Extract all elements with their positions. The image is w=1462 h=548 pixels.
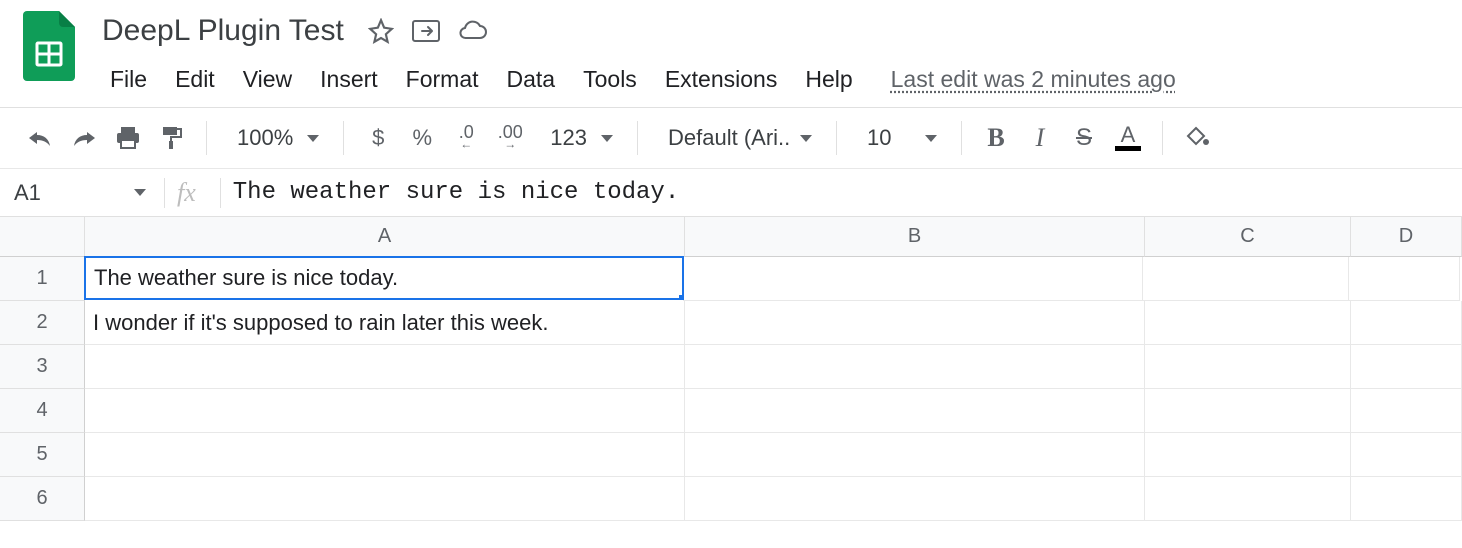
row-header-3[interactable]: 3 xyxy=(0,345,85,389)
menu-extensions[interactable]: Extensions xyxy=(651,60,792,99)
menu-insert[interactable]: Insert xyxy=(306,60,392,99)
cell-a4[interactable] xyxy=(85,389,685,433)
currency-button[interactable]: $ xyxy=(358,118,398,158)
name-box[interactable]: A1 xyxy=(0,169,160,216)
row-4: 4 xyxy=(0,389,1462,433)
paint-format-button[interactable] xyxy=(152,118,192,158)
decrease-decimal-button[interactable]: .0← xyxy=(446,118,486,158)
formula-input[interactable] xyxy=(233,169,1462,216)
font-dropdown[interactable]: Default (Ari... xyxy=(652,118,822,158)
row-header-4[interactable]: 4 xyxy=(0,389,85,433)
sheets-logo[interactable] xyxy=(20,8,78,84)
undo-button[interactable] xyxy=(20,118,60,158)
toolbar: 100% $ % .0← .00→ 123 Default (Ari... 10… xyxy=(0,107,1462,169)
col-header-a[interactable]: A xyxy=(85,217,685,257)
cell-b4[interactable] xyxy=(685,389,1145,433)
col-header-c[interactable]: C xyxy=(1145,217,1351,257)
row-6: 6 xyxy=(0,477,1462,521)
bold-button[interactable]: B xyxy=(976,118,1016,158)
row-2: 2 I wonder if it's supposed to rain late… xyxy=(0,301,1462,345)
cell-d2[interactable] xyxy=(1351,301,1462,345)
text-color-button[interactable]: A xyxy=(1108,118,1148,158)
cell-a1[interactable]: The weather sure is nice today. xyxy=(84,256,684,300)
print-button[interactable] xyxy=(108,118,148,158)
font-name: Default (Ari... xyxy=(662,125,792,151)
row-header-1[interactable]: 1 xyxy=(0,257,85,301)
cell-b1[interactable] xyxy=(683,257,1143,301)
row-header-2[interactable]: 2 xyxy=(0,301,85,345)
menu-data[interactable]: Data xyxy=(493,60,570,99)
row-1: 1 The weather sure is nice today. xyxy=(0,257,1462,301)
font-size-dropdown[interactable]: 10 xyxy=(851,118,947,158)
fx-icon: fx xyxy=(177,178,196,208)
menu-tools[interactable]: Tools xyxy=(569,60,651,99)
cell-c5[interactable] xyxy=(1145,433,1351,477)
cell-d6[interactable] xyxy=(1351,477,1462,521)
menu-help[interactable]: Help xyxy=(791,60,866,99)
percent-button[interactable]: % xyxy=(402,118,442,158)
menu-bar: File Edit View Insert Format Data Tools … xyxy=(96,50,1176,99)
select-all-corner[interactable] xyxy=(0,217,85,257)
cell-c1[interactable] xyxy=(1143,257,1349,301)
chevron-down-icon xyxy=(800,135,812,142)
row-header-6[interactable]: 6 xyxy=(0,477,85,521)
cell-b6[interactable] xyxy=(685,477,1145,521)
cell-c6[interactable] xyxy=(1145,477,1351,521)
star-icon[interactable] xyxy=(368,18,394,44)
last-edit-link[interactable]: Last edit was 2 minutes ago xyxy=(891,66,1176,93)
cell-a3[interactable] xyxy=(85,345,685,389)
document-header: DeepL Plugin Test File Edit View Insert … xyxy=(0,0,1462,99)
chevron-down-icon xyxy=(601,135,613,142)
font-size: 10 xyxy=(861,125,897,151)
menu-view[interactable]: View xyxy=(229,60,306,99)
menu-file[interactable]: File xyxy=(96,60,161,99)
column-header-row: A B C D xyxy=(0,217,1462,257)
cell-d1[interactable] xyxy=(1349,257,1460,301)
increase-decimal-button[interactable]: .00→ xyxy=(490,118,530,158)
cell-d3[interactable] xyxy=(1351,345,1462,389)
zoom-value: 100% xyxy=(231,125,299,151)
col-header-d[interactable]: D xyxy=(1351,217,1462,257)
row-5: 5 xyxy=(0,433,1462,477)
more-formats-dropdown[interactable]: 123 xyxy=(534,118,623,158)
cell-b3[interactable] xyxy=(685,345,1145,389)
cell-a2[interactable]: I wonder if it's supposed to rain later … xyxy=(85,301,685,345)
zoom-dropdown[interactable]: 100% xyxy=(221,118,329,158)
row-header-5[interactable]: 5 xyxy=(0,433,85,477)
cell-a5[interactable] xyxy=(85,433,685,477)
col-header-b[interactable]: B xyxy=(685,217,1145,257)
cell-c2[interactable] xyxy=(1145,301,1351,345)
selection-handle[interactable] xyxy=(678,294,684,300)
strikethrough-button[interactable]: S xyxy=(1064,118,1104,158)
italic-button[interactable]: I xyxy=(1020,118,1060,158)
active-cell-ref: A1 xyxy=(14,180,41,206)
cloud-status-icon[interactable] xyxy=(458,20,488,42)
menu-format[interactable]: Format xyxy=(392,60,493,99)
chevron-down-icon xyxy=(307,135,319,142)
fill-color-button[interactable] xyxy=(1177,118,1217,158)
cell-d4[interactable] xyxy=(1351,389,1462,433)
cell-b2[interactable] xyxy=(685,301,1145,345)
cell-d5[interactable] xyxy=(1351,433,1462,477)
cell-a6[interactable] xyxy=(85,477,685,521)
cell-b5[interactable] xyxy=(685,433,1145,477)
menu-edit[interactable]: Edit xyxy=(161,60,229,99)
document-title[interactable]: DeepL Plugin Test xyxy=(96,12,350,50)
chevron-down-icon xyxy=(134,189,146,196)
move-icon[interactable] xyxy=(412,20,440,42)
redo-button[interactable] xyxy=(64,118,104,158)
chevron-down-icon xyxy=(925,135,937,142)
cell-c4[interactable] xyxy=(1145,389,1351,433)
cell-c3[interactable] xyxy=(1145,345,1351,389)
row-3: 3 xyxy=(0,345,1462,389)
formula-bar: A1 fx xyxy=(0,169,1462,217)
